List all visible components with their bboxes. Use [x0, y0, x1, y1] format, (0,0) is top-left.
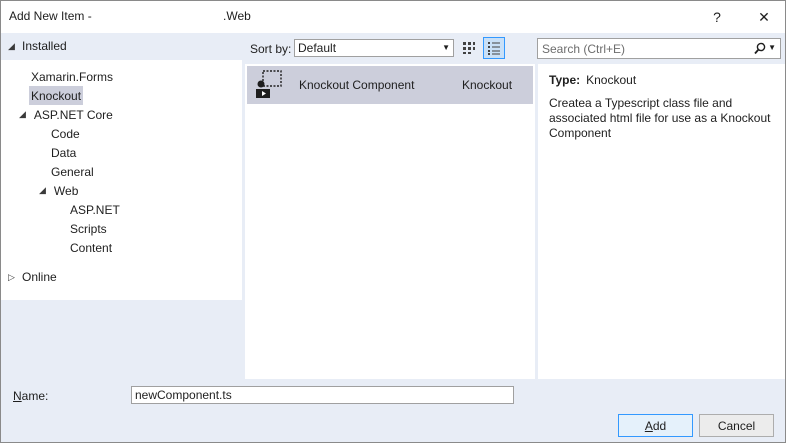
tree-item-label: Web: [53, 183, 79, 198]
dialog-title: Add New Item -: [9, 9, 92, 23]
dialog-title-project: .Web: [223, 9, 251, 23]
category-tree-pane: ◢ Installed Xamarin.Forms Knockout ◢ ASP…: [1, 33, 242, 379]
sort-toolbar: Sort by: Default ▼: [242, 33, 535, 64]
tree-node-installed[interactable]: ◢ Installed: [1, 35, 242, 57]
title-bar: Add New Item - .Web ? ✕: [1, 1, 785, 33]
tree-item-label: Xamarin.Forms: [31, 69, 114, 84]
tree-item-aspnet[interactable]: ASP.NET: [68, 200, 122, 219]
add-button[interactable]: Add: [618, 414, 693, 437]
tree-item-knockout[interactable]: Knockout: [29, 86, 84, 105]
template-name: Knockout Component: [299, 78, 415, 92]
add-button-label: Add: [644, 418, 667, 433]
grid-view-icon: [463, 42, 475, 54]
tree-item-label: Code: [51, 126, 80, 141]
sort-by-label: Sort by:: [250, 42, 292, 56]
template-list: Knockout Component Knockout: [245, 64, 535, 379]
template-description: Createa a Typescript class file and asso…: [549, 96, 771, 140]
search-placeholder: Search (Ctrl+E): [542, 42, 626, 56]
template-type: Type: Knockout: [549, 73, 636, 87]
tree-item-label: Scripts: [70, 221, 107, 236]
tree-item-label: Knockout: [31, 88, 82, 103]
tree-item-aspnet-core[interactable]: ◢ ASP.NET Core: [17, 105, 115, 124]
collapsed-arrow-icon: ▷: [8, 271, 15, 282]
tree-item-data[interactable]: Data: [49, 143, 78, 162]
tree-item-label: ASP.NET Core: [33, 107, 113, 122]
chevron-down-icon[interactable]: ▼: [768, 43, 776, 52]
tree-item-label: Content: [70, 240, 113, 255]
sort-by-dropdown[interactable]: Default ▼: [294, 39, 454, 57]
name-field[interactable]: newComponent.ts: [131, 386, 514, 404]
expanded-arrow-icon: ◢: [19, 109, 26, 119]
close-icon: ✕: [758, 8, 770, 25]
search-icon: [754, 42, 766, 55]
tree-node-online[interactable]: ▷ Online: [1, 266, 242, 288]
chevron-down-icon: ▼: [442, 43, 450, 52]
template-item-knockout-component[interactable]: Knockout Component Knockout: [247, 66, 533, 104]
dialog-content: ◢ Installed Xamarin.Forms Knockout ◢ ASP…: [1, 33, 785, 379]
tree-item-scripts[interactable]: Scripts: [68, 219, 109, 238]
tree-item-label: Data: [51, 145, 77, 160]
name-label: Name:: [13, 389, 49, 403]
tree-item-code[interactable]: Code: [49, 124, 82, 143]
sort-by-value: Default: [298, 41, 337, 55]
installed-tree: Xamarin.Forms Knockout ◢ ASP.NET Core Co…: [1, 60, 242, 300]
help-button[interactable]: ?: [697, 1, 737, 33]
type-value: Knockout: [586, 73, 637, 87]
tree-item-label: ASP.NET: [70, 202, 120, 217]
expanded-arrow-icon: ◢: [8, 40, 15, 51]
close-button[interactable]: ✕: [744, 1, 784, 33]
tree-item-general[interactable]: General: [49, 162, 96, 181]
type-label: Type:: [549, 73, 581, 87]
dialog-footer: Name: newComponent.ts Add Cancel: [1, 379, 785, 442]
tree-item-label: General: [51, 164, 94, 179]
help-icon: ?: [713, 9, 721, 25]
tree-item-web[interactable]: ◢ Web: [37, 181, 80, 200]
online-label: Online: [22, 270, 57, 284]
knockout-component-icon: [256, 70, 282, 98]
template-category: Knockout: [462, 78, 513, 92]
add-new-item-dialog: Add New Item - .Web ? ✕ ◢ Installed Xama…: [0, 0, 786, 443]
search-input[interactable]: Search (Ctrl+E) ▼: [537, 38, 781, 59]
installed-label: Installed: [22, 39, 67, 53]
tree-item-content[interactable]: Content: [68, 238, 114, 257]
small-icons-view-button[interactable]: [458, 37, 480, 59]
search-area: Search (Ctrl+E) ▼: [535, 33, 785, 64]
tree-item-xamarin-forms[interactable]: Xamarin.Forms: [29, 67, 115, 86]
expanded-arrow-icon: ◢: [39, 185, 46, 195]
template-details-pane: Type: Knockout Createa a Typescript class…: [538, 64, 785, 379]
list-view-icon: [488, 42, 500, 55]
cancel-button[interactable]: Cancel: [699, 414, 774, 437]
details-view-button[interactable]: [483, 37, 505, 59]
cancel-button-label: Cancel: [717, 418, 756, 433]
